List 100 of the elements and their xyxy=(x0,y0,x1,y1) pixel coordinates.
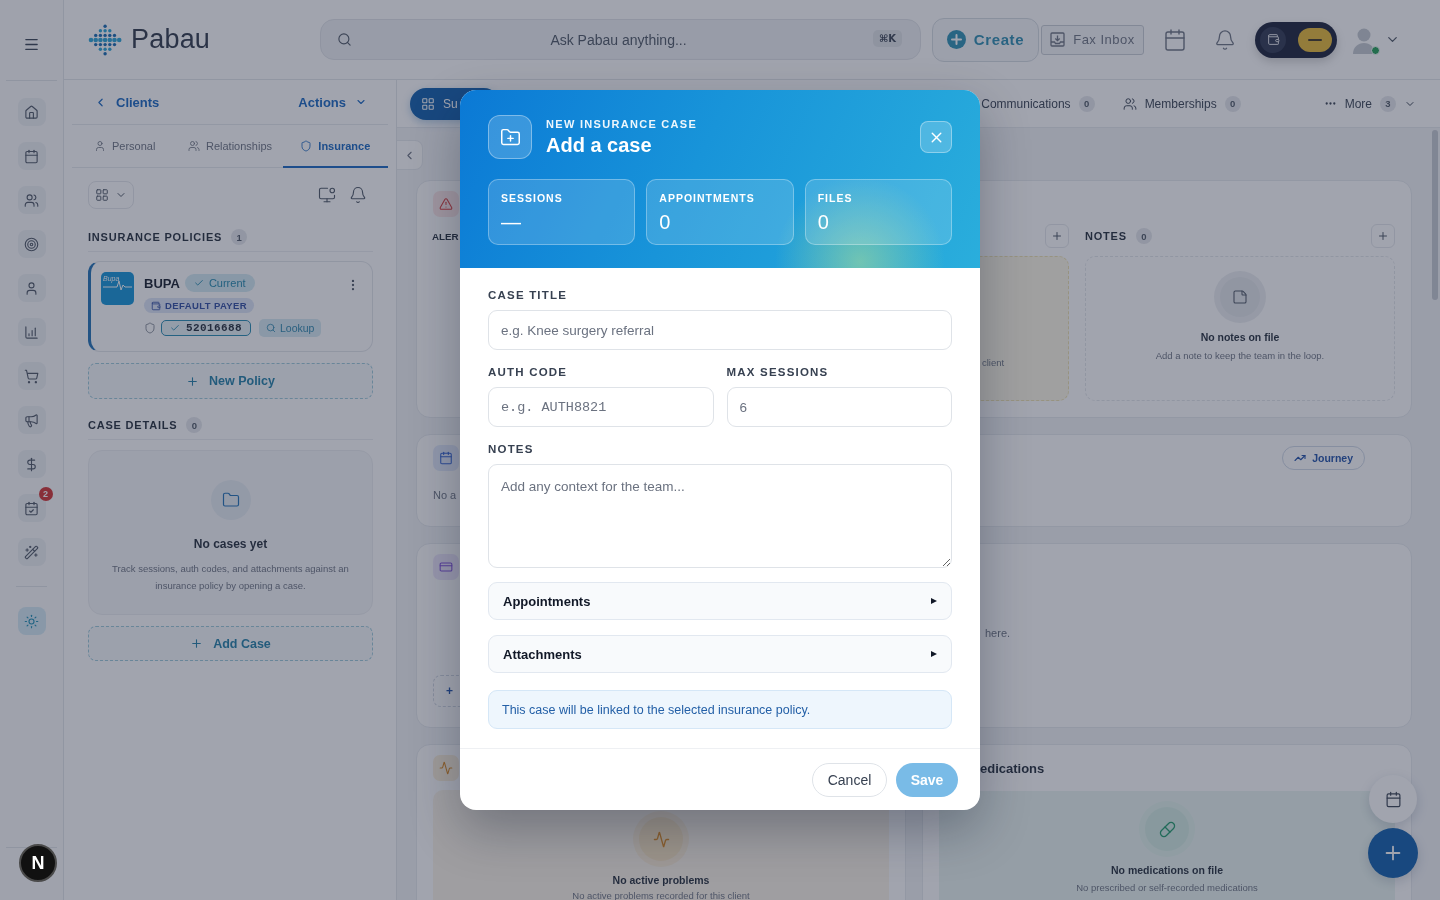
bell-icon[interactable] xyxy=(349,186,367,204)
accordion-header[interactable]: Attachments xyxy=(488,635,952,673)
nav-button[interactable] xyxy=(17,186,46,214)
folder-plus-icon xyxy=(488,115,532,159)
nav-button[interactable] xyxy=(17,538,46,566)
card-title: edications xyxy=(980,761,1045,776)
nav-button[interactable] xyxy=(17,142,46,170)
shield-icon xyxy=(300,139,313,152)
notes-field[interactable]: Add any context for the team... xyxy=(488,464,952,568)
minus-icon xyxy=(1308,38,1322,41)
tab[interactable]: Memberships 0 xyxy=(1122,95,1241,112)
warning-icon xyxy=(433,191,459,217)
info-message: This case will be linked to the selected insurance policy. xyxy=(488,690,952,729)
section-title: ALER xyxy=(432,230,459,242)
empty-state-text: here. xyxy=(985,627,1011,639)
tab[interactable]: Relationships xyxy=(177,125,283,168)
trending-up-icon xyxy=(1294,452,1307,464)
count-badge: 0 xyxy=(1135,228,1152,244)
section-title: CASE DETAILS xyxy=(88,419,178,431)
nav-button[interactable] xyxy=(17,607,46,635)
create-button[interactable]: Create xyxy=(932,17,1039,62)
logo-text: Pabau xyxy=(131,24,211,55)
count-badge: 0 xyxy=(1224,95,1241,112)
cancel-button[interactable]: Cancel xyxy=(812,762,887,797)
user-icon xyxy=(93,139,106,152)
tab[interactable]: Personal xyxy=(72,125,178,168)
folder-icon xyxy=(210,480,251,520)
calendar-icon xyxy=(1384,790,1402,808)
field-label: AUTH CODE xyxy=(488,365,569,379)
count-badge: 3 xyxy=(1380,95,1396,112)
inbox-download-icon xyxy=(1050,32,1066,47)
stat-value: — xyxy=(501,210,521,234)
home-icon xyxy=(24,104,39,120)
nav-button[interactable] xyxy=(17,406,46,434)
fax-inbox-button[interactable]: Fax Inbox xyxy=(1041,24,1144,55)
tab[interactable]: Communications 0 xyxy=(981,95,1095,112)
shield-icon xyxy=(144,322,156,334)
member-number: 52016688 xyxy=(161,320,251,336)
plus-icon xyxy=(190,637,204,650)
count-badge: 0 xyxy=(186,417,203,433)
back-link[interactable]: Clients xyxy=(94,94,160,110)
add-button[interactable] xyxy=(1045,224,1069,248)
activity-icon xyxy=(433,755,459,781)
plus-circle-icon xyxy=(946,30,966,49)
nav-button[interactable] xyxy=(17,98,46,126)
plus-icon xyxy=(186,374,199,388)
stat-label: APPOINTMENTS xyxy=(659,192,755,204)
section-title: NOTES xyxy=(1085,230,1127,242)
stat-value: 0 xyxy=(817,210,829,234)
nav-button[interactable] xyxy=(17,362,46,390)
calendar-icon xyxy=(433,445,459,471)
users-icon xyxy=(24,192,39,208)
section-title: INSURANCE POLICIES xyxy=(88,231,223,243)
cart-icon xyxy=(24,368,39,384)
empty-state-title: No active problems xyxy=(612,874,710,886)
actions-button[interactable]: Actions xyxy=(298,94,367,110)
wallet-icon xyxy=(151,300,161,311)
search-icon xyxy=(266,323,276,333)
status-dot xyxy=(1371,45,1380,55)
nav-button[interactable] xyxy=(17,450,46,478)
field-label: CASE TITLE xyxy=(488,288,569,302)
mode-toggle[interactable] xyxy=(1255,21,1337,58)
calendar-icon xyxy=(24,148,39,164)
nav-button[interactable] xyxy=(17,274,46,302)
calendar-icon[interactable] xyxy=(1163,27,1187,52)
view-menu-button[interactable] xyxy=(88,181,134,209)
input-field[interactable]: e.g. Knee surgery referral xyxy=(488,310,952,350)
tab[interactable]: Insurance xyxy=(282,125,388,168)
field-label: MAX SESSIONS xyxy=(726,365,830,379)
check-icon xyxy=(193,278,204,288)
input-field[interactable]: 6 xyxy=(726,387,952,427)
grid-icon xyxy=(95,188,109,202)
accordion-header[interactable]: Appointments xyxy=(488,582,952,620)
nav-button[interactable] xyxy=(17,318,46,346)
empty-state-text: No a xyxy=(433,488,457,502)
input-field[interactable]: e.g. AUTH8821 xyxy=(488,387,714,427)
stat-value: 0 xyxy=(659,210,671,234)
calendar-check-icon xyxy=(24,500,39,516)
nav-button[interactable] xyxy=(17,230,46,258)
notifications-icon[interactable] xyxy=(1214,28,1236,51)
lookup-button[interactable]: Lookup xyxy=(259,319,322,337)
add-button[interactable] xyxy=(1371,224,1395,248)
dialog-title: Add a case xyxy=(546,132,653,157)
credit-card-icon xyxy=(433,554,459,580)
dialog-eyebrow: NEW INSURANCE CASE xyxy=(546,117,698,130)
bar-chart-icon xyxy=(24,324,39,340)
add-case-button[interactable]: Add Case xyxy=(88,626,373,661)
close-button[interactable] xyxy=(920,121,952,153)
megaphone-icon xyxy=(24,412,39,428)
empty-state-text: No prescribed or self-recorded medications xyxy=(1076,881,1258,895)
tab[interactable]: More 3 xyxy=(1323,95,1416,112)
field-label: NOTES xyxy=(488,442,535,456)
notification-badge: 2 xyxy=(38,487,53,501)
default-payer-badge: DEFAULT PAYER xyxy=(144,298,255,313)
target-icon xyxy=(24,236,39,252)
plus-icon xyxy=(1377,230,1389,242)
new-policy-button[interactable]: New Policy xyxy=(88,363,373,399)
magic-wand-icon xyxy=(24,544,39,560)
monitor-icon[interactable] xyxy=(318,186,336,204)
journey-button[interactable]: Journey xyxy=(1282,446,1365,470)
